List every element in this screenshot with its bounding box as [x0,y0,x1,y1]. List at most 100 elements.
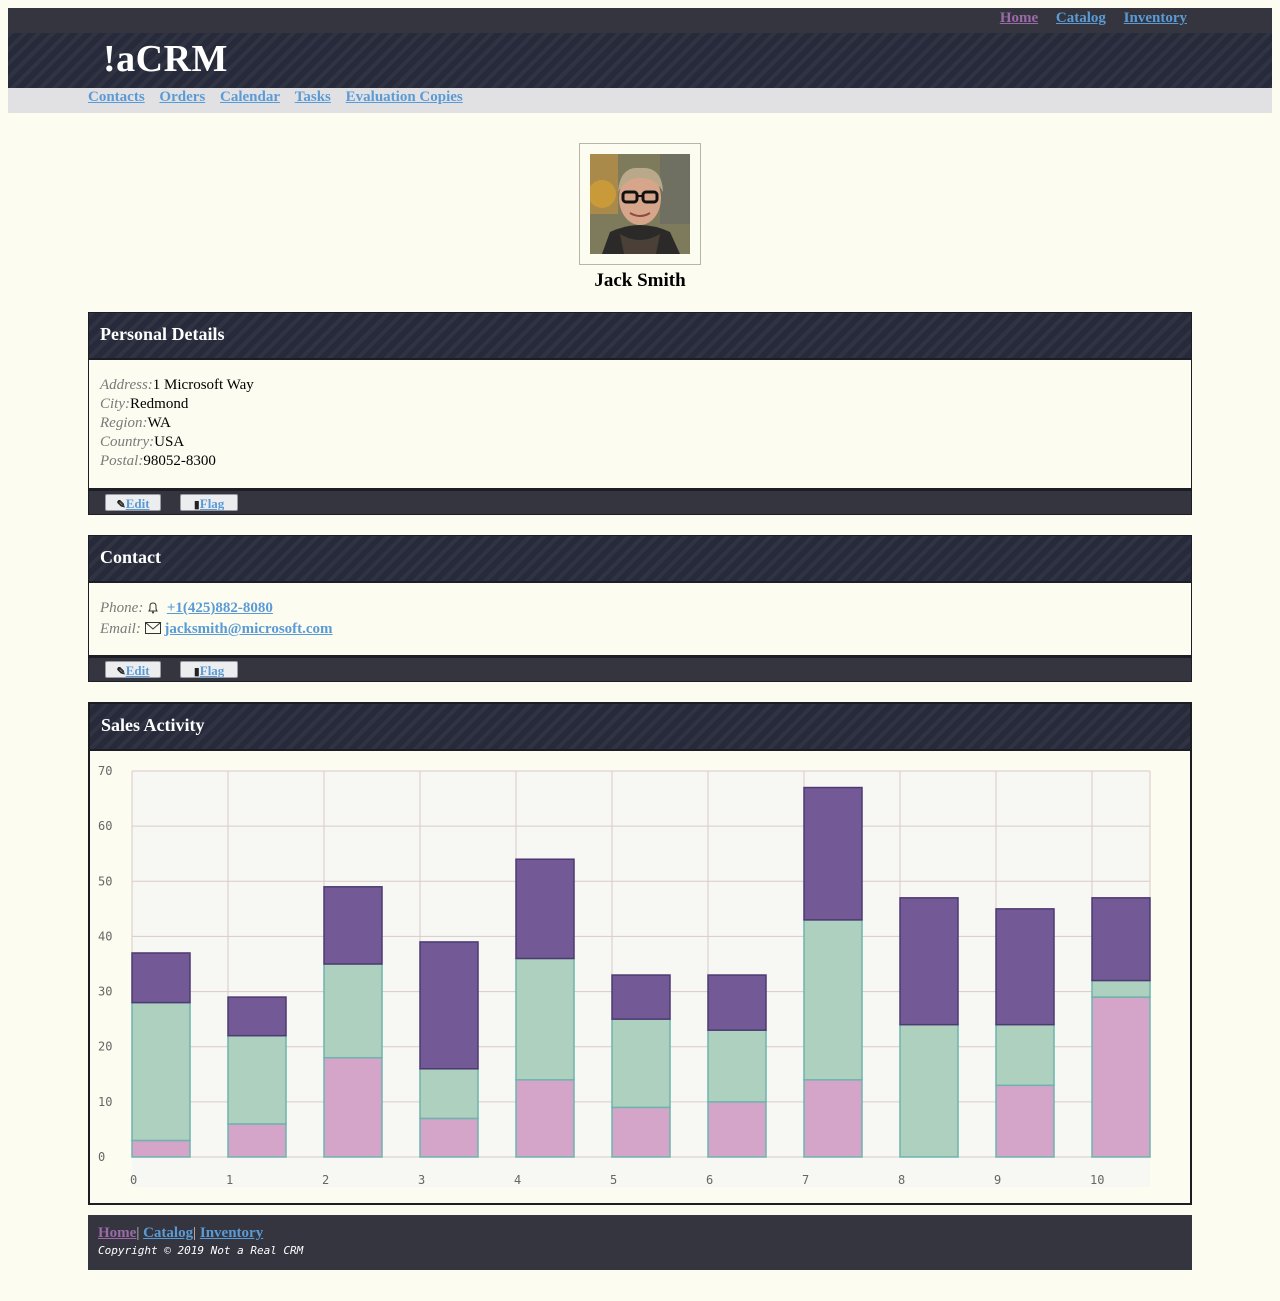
y-tick-label: 0 [98,1150,105,1164]
bar-segment [227,1034,287,1125]
bar-segment [611,1106,671,1158]
x-tick-label: 2 [322,1173,329,1187]
y-tick-label: 50 [98,874,112,888]
y-tick-label: 10 [98,1095,112,1109]
bar-segment [611,974,671,1020]
y-tick-label: 40 [98,929,112,943]
nav-contacts-link[interactable]: Contacts [88,89,145,105]
contact-edit-button[interactable]: ✎Edit [105,661,161,678]
contact-flag-link[interactable]: Flag [200,663,225,678]
x-tick-label: 8 [898,1173,905,1187]
bar-segment [515,957,575,1081]
top-nav-catalog-link[interactable]: Catalog [1056,10,1106,26]
top-nav-home-link[interactable]: Home [1000,10,1038,26]
brand-logo: !aCRM [103,38,228,80]
bar-segment [707,1029,767,1103]
nav-calendar-link[interactable]: Calendar [220,89,280,105]
bar-segment [803,786,863,921]
x-tick-label: 7 [802,1173,809,1187]
personal-details-panel: Personal Details Address:1 Microsoft Way… [88,312,1192,515]
y-tick-label: 20 [98,1040,112,1054]
bar-segment [899,1023,959,1158]
x-tick-label: 4 [514,1173,521,1187]
x-tick-label: 0 [130,1173,137,1187]
email-link[interactable]: jacksmith@microsoft.com [164,621,332,637]
city-value: Redmond [130,396,189,412]
x-tick-label: 6 [706,1173,713,1187]
profile-photo-frame [579,143,701,265]
bar-segment [899,897,959,1026]
region-label: Region: [100,415,148,431]
x-tick-label: 5 [610,1173,617,1187]
personal-edit-button[interactable]: ✎Edit [105,494,161,511]
bar-segment [227,1123,287,1158]
personal-details-title: Personal Details [89,313,1191,360]
sales-activity-panel: Sales Activity 0 10 20 30 40 50 60 70 0 1 2 3 4 5 6 7 8 9… [88,702,1192,1205]
x-tick-label: 3 [418,1173,425,1187]
footer-home-link[interactable]: Home [98,1225,136,1241]
contact-name: Jack Smith [594,270,686,291]
bar-segment [803,1079,863,1158]
contact-title: Contact [89,536,1191,583]
bar-segment [419,941,479,1070]
bell-icon [147,601,159,620]
personal-flag-button[interactable]: ▮Flag [180,494,238,511]
footer-inventory-link[interactable]: Inventory [200,1225,263,1241]
personal-details-body: Address:1 Microsoft Way City:Redmond Reg… [89,360,1191,471]
contact-footer: ✎Edit ▮Flag [89,655,1191,681]
x-tick-label: 10 [1090,1173,1104,1187]
bar-segment [707,1101,767,1158]
top-nav-inventory-link[interactable]: Inventory [1124,10,1187,26]
envelope-icon [144,621,161,640]
bar-segment [323,1056,383,1158]
x-tick-label: 9 [994,1173,1001,1187]
y-tick-label: 60 [98,819,112,833]
x-tick-label: 1 [226,1173,233,1187]
address-value: 1 Microsoft Way [152,377,254,393]
sales-activity-title: Sales Activity [90,704,1190,751]
pencil-icon: ✎ [116,499,126,511]
page-footer: Home| Catalog| Inventory Copyright © 201… [88,1215,1192,1270]
bar-segment [803,919,863,1081]
bar-segment [1091,979,1151,998]
postal-value: 98052-8300 [143,453,216,469]
address-label: Address: [100,377,153,393]
footer-separator: | [193,1225,197,1241]
bar-segment [611,1018,671,1109]
phone-label: Phone: [100,600,144,616]
sales-chart: 0 10 20 30 40 50 60 70 0 1 2 3 4 5 6 7 8 9 10 [98,764,1151,1187]
nav-evaluation-copies-link[interactable]: Evaluation Copies [346,89,463,105]
bar-segment [419,1068,479,1120]
contact-edit-link[interactable]: Edit [126,663,150,678]
top-bar: Home Catalog Inventory [8,8,1272,33]
personal-edit-link[interactable]: Edit [126,496,150,511]
personal-details-footer: ✎Edit ▮Flag [89,488,1191,514]
footer-separator: | [136,1225,140,1241]
bar-segment [995,908,1055,1026]
country-label: Country: [100,434,155,450]
bar-segment [131,952,191,1004]
y-tick-label: 30 [98,985,112,999]
nav-tasks-link[interactable]: Tasks [295,89,331,105]
contact-flag-button[interactable]: ▮Flag [180,661,238,678]
pencil-icon: ✎ [116,666,126,678]
footer-catalog-link[interactable]: Catalog [143,1225,193,1241]
email-label: Email: [100,621,141,637]
copyright-text: Copyright © 2019 Not a Real CRM [98,1244,304,1257]
sales-chart-container: 0 10 20 30 40 50 60 70 0 1 2 3 4 5 6 7 8 9 10 [90,751,1190,1208]
country-value: USA [154,434,185,450]
postal-label: Postal: [100,453,144,469]
y-tick-label: 70 [98,764,112,778]
bar-segment [131,1139,191,1158]
region-value: WA [147,415,171,431]
bar-segment [323,886,383,965]
nav-orders-link[interactable]: Orders [159,89,205,105]
contact-panel: Contact Phone: +1(425)882-8080 Email: ja… [88,535,1192,682]
brand-bar: !aCRM [8,33,1272,88]
bar-segment [227,996,287,1037]
personal-flag-link[interactable]: Flag [200,496,225,511]
phone-link[interactable]: +1(425)882-8080 [167,600,273,616]
bar-segment [515,1079,575,1158]
city-label: City: [100,396,130,412]
bar-segment [515,858,575,960]
